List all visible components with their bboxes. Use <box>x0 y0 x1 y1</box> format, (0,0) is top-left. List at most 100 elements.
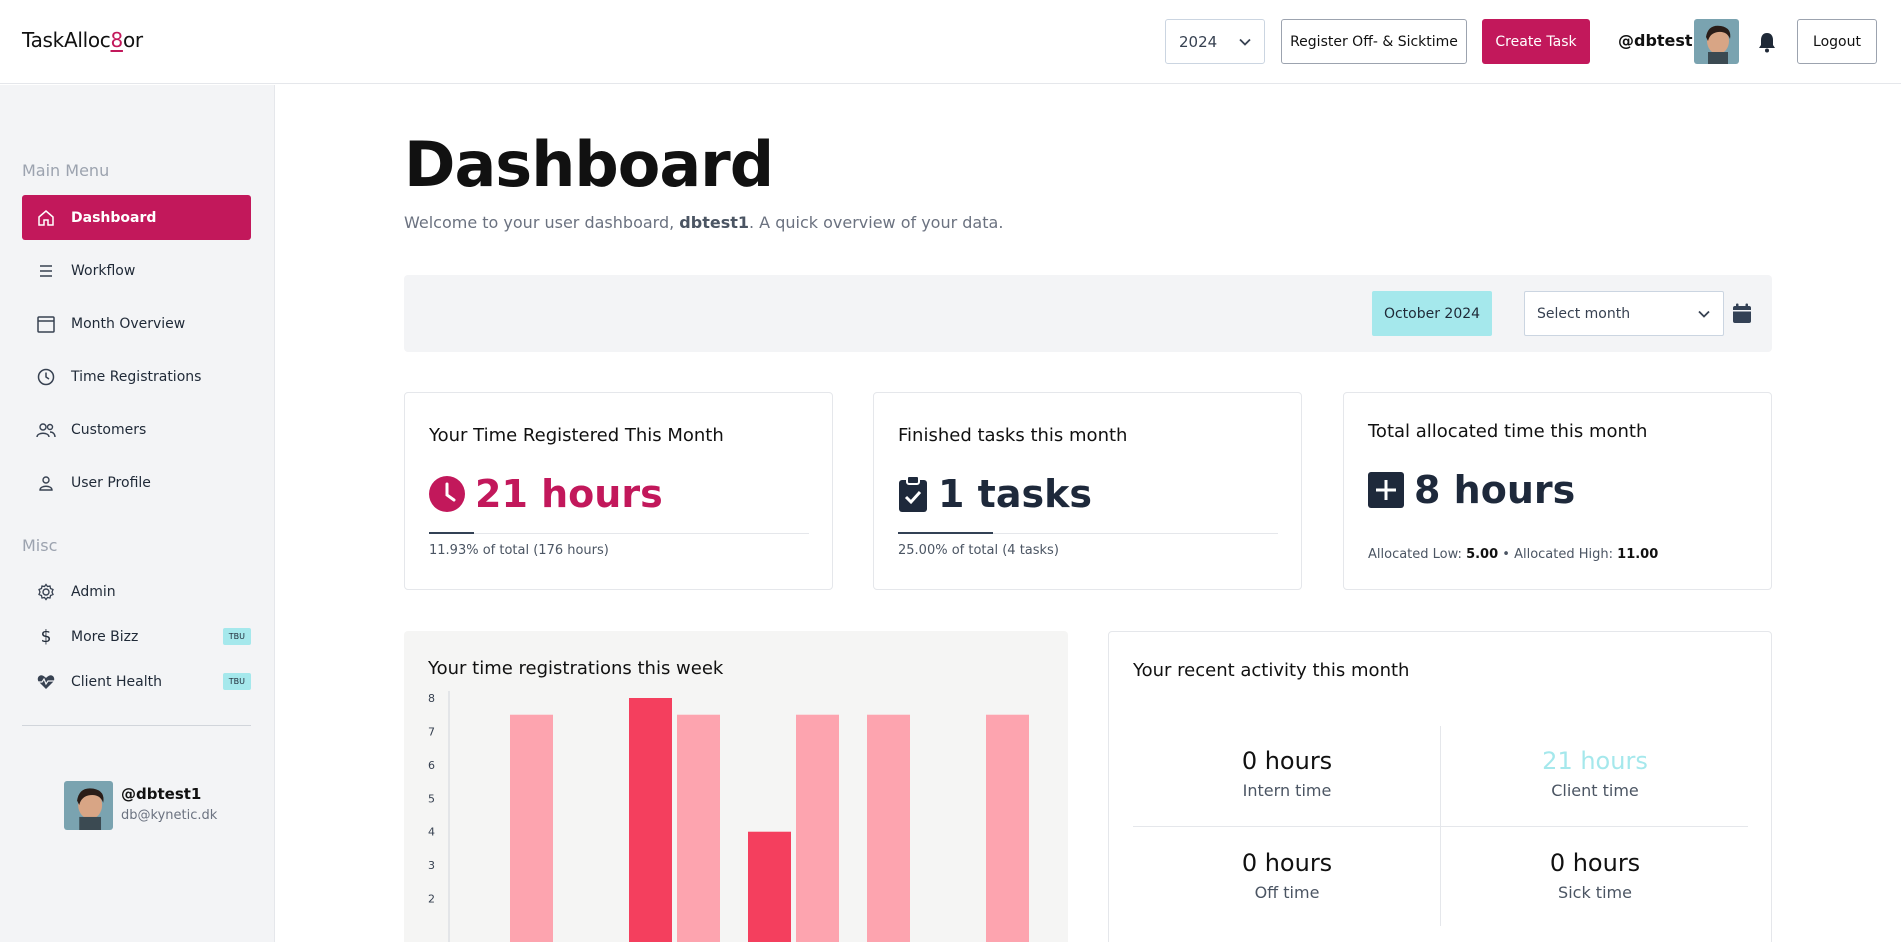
sidebar-item-month-overview[interactable]: Month Overview <box>22 301 251 346</box>
sidebar-item-label: Month Overview <box>71 315 186 332</box>
chart-bar[interactable] <box>986 714 1029 942</box>
welcome-text: Welcome to your user dashboard, dbtest1.… <box>404 213 1003 232</box>
stat-row: 1 tasks <box>898 472 1092 516</box>
avatar[interactable] <box>1694 19 1739 64</box>
logout-button[interactable]: Logout <box>1797 19 1877 64</box>
current-month-chip: October 2024 <box>1372 291 1492 336</box>
main-menu-label: Main Menu <box>22 161 110 180</box>
user-icon <box>36 473 56 493</box>
finished-tasks-card: Finished tasks this month 1 tasks 25.00%… <box>873 392 1302 590</box>
allocated-low-label: Allocated Low: <box>1368 547 1467 562</box>
chart-bar[interactable] <box>677 714 720 942</box>
sidebar-item-label: Dashboard <box>71 209 157 226</box>
stat-row: 8 hours <box>1368 468 1575 512</box>
logo-text-digit: 8 <box>110 28 124 52</box>
progress-fill <box>429 532 475 534</box>
calendar-icon[interactable] <box>1732 303 1752 324</box>
sidebar-item-label: Admin <box>71 583 116 600</box>
sidebar-item-dashboard[interactable]: Dashboard <box>22 195 251 240</box>
tbu-badge: TBU <box>222 628 251 645</box>
allocated-high-value: 11.00 <box>1617 547 1659 562</box>
activity-intern-time: 0 hours Intern time <box>1133 747 1441 800</box>
sidebar-item-user-profile[interactable]: User Profile <box>22 460 251 505</box>
activity-label: Intern time <box>1242 781 1332 800</box>
page-title: Dashboard <box>404 128 774 201</box>
clock-icon <box>429 476 465 512</box>
divider <box>1133 826 1748 827</box>
sidebar-item-label: Time Registrations <box>71 368 202 385</box>
activity-title: Your recent activity this month <box>1133 660 1410 681</box>
sidebar-item-time-registrations[interactable]: Time Registrations <box>22 354 251 399</box>
allocated-high-label: Allocated High: <box>1514 547 1618 562</box>
welcome-username: dbtest1 <box>679 213 749 232</box>
dollar-icon: $ <box>40 626 52 647</box>
sidebar-item-label: More Bizz <box>71 628 139 645</box>
chart-bar[interactable] <box>796 714 839 942</box>
activity-value: 0 hours <box>1241 747 1333 775</box>
sidebar-divider <box>22 725 251 726</box>
activity-value: 21 hours <box>1542 747 1648 775</box>
time-registered-card: Your Time Registered This Month 21 hours… <box>404 392 833 590</box>
welcome-suffix: . A quick overview of your data. <box>749 213 1004 232</box>
activity-client-time: 21 hours Client time <box>1441 747 1749 800</box>
stat-value: 1 tasks <box>938 472 1092 516</box>
register-off-sicktime-button[interactable]: Register Off- & Sicktime <box>1281 19 1467 64</box>
sidebar-item-label: Workflow <box>71 262 136 279</box>
user-card-email: db@kynetic.dk <box>121 808 218 823</box>
stat-row: 21 hours <box>429 472 663 516</box>
card-subtext: 11.93% of total (176 hours) <box>429 543 609 558</box>
home-icon <box>36 208 56 228</box>
clock-icon <box>36 367 56 387</box>
stat-value: 8 hours <box>1414 468 1576 512</box>
allocated-range: Allocated Low: 5.00 • Allocated High: 11… <box>1368 547 1658 562</box>
allocated-time-card: Total allocated time this month 8 hours … <box>1343 392 1772 590</box>
sidebar-item-label: User Profile <box>71 474 151 491</box>
card-subtext: 25.00% of total (4 tasks) <box>898 543 1059 558</box>
sidebar-item-workflow[interactable]: Workflow <box>22 248 251 293</box>
sidebar-item-admin[interactable]: Admin <box>22 569 251 614</box>
welcome-prefix: Welcome to your user dashboard, <box>404 213 680 232</box>
separator: • <box>1498 547 1515 562</box>
app-logo[interactable]: TaskAlloc8or <box>22 28 143 52</box>
heart-pulse-icon <box>36 672 56 692</box>
sidebar-item-customers[interactable]: Customers <box>22 407 251 452</box>
sidebar-item-more-bizz[interactable]: $ More Bizz TBU <box>22 614 251 659</box>
stat-value: 21 hours <box>475 472 663 516</box>
sidebar-item-label: Client Health <box>71 673 162 690</box>
weekly-chart-panel: Your time registrations this week 8 7 6 5 4 3… <box>404 631 1068 942</box>
allocated-low-value: 5.00 <box>1466 547 1499 562</box>
activity-label: Off time <box>1254 883 1320 902</box>
calendar-icon <box>36 314 56 334</box>
card-title: Your Time Registered This Month <box>429 425 724 446</box>
chart-bar[interactable] <box>748 831 791 942</box>
activity-label: Client time <box>1551 781 1639 800</box>
chart-bar[interactable] <box>629 698 672 942</box>
user-card-handle: @dbtest1 <box>121 785 202 803</box>
bell-icon[interactable] <box>1757 31 1777 53</box>
month-select[interactable]: Select month <box>1524 291 1724 336</box>
clipboard-check-icon <box>899 475 927 512</box>
activity-off-time: 0 hours Off time <box>1133 849 1441 902</box>
avatar[interactable] <box>64 781 113 830</box>
card-title: Total allocated time this month <box>1368 421 1648 442</box>
avatar-image <box>1694 19 1739 64</box>
user-handle: @dbtest1 <box>1618 31 1704 50</box>
chart-bar[interactable] <box>510 714 553 942</box>
year-select[interactable]: 2024 <box>1165 19 1265 64</box>
avatar-image <box>64 781 113 830</box>
list-icon <box>36 261 56 281</box>
sidebar-item-label: Customers <box>71 421 147 438</box>
activity-value: 0 hours <box>1549 849 1641 877</box>
create-task-button[interactable]: Create Task <box>1482 19 1590 64</box>
chart-bar[interactable] <box>867 714 910 942</box>
chevron-down-icon <box>1239 38 1251 46</box>
chart-title: Your time registrations this week <box>428 658 724 679</box>
month-filter-bar: October 2024 Select month <box>404 275 1772 352</box>
activity-value: 0 hours <box>1241 849 1333 877</box>
y-tick-label: 6 <box>428 759 435 772</box>
progress-bar <box>429 532 809 534</box>
weekly-bar-chart: 8 7 6 5 4 3 2 <box>428 691 1029 942</box>
month-select-placeholder: Select month <box>1537 305 1631 322</box>
card-title: Finished tasks this month <box>898 425 1128 446</box>
sidebar-item-client-health[interactable]: Client Health TBU <box>22 659 251 704</box>
